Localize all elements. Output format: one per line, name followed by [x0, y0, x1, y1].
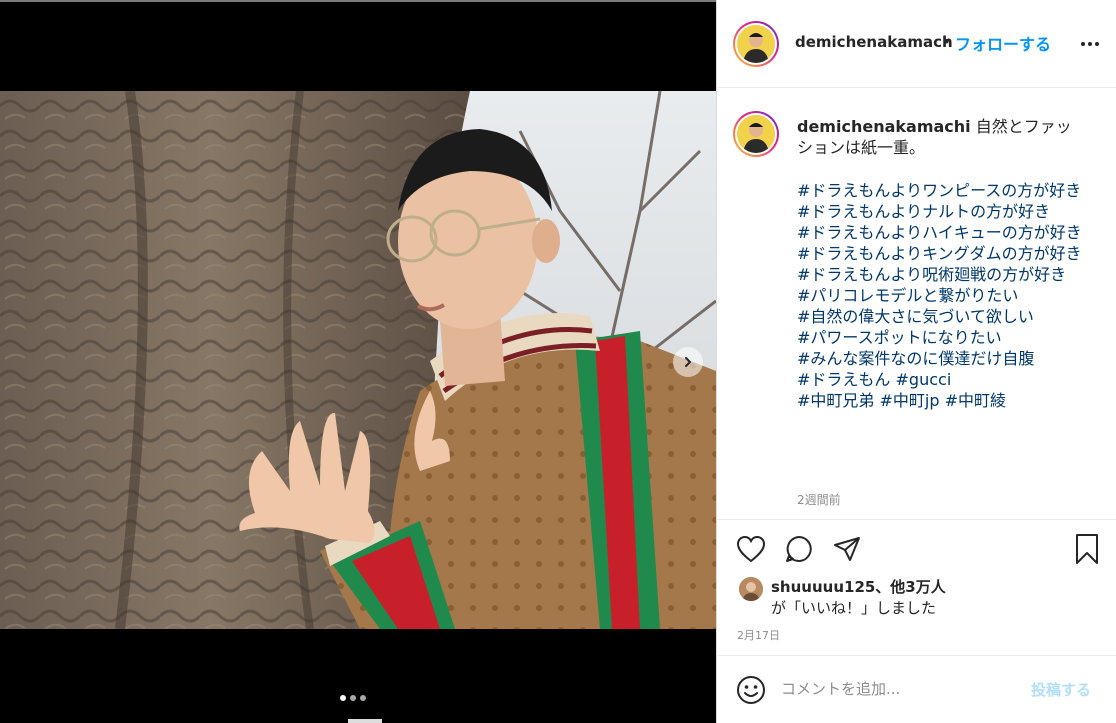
hashtag[interactable]: #ドラえもんよりキングダムの方が好き [797, 244, 1082, 263]
likes-count[interactable]: shuuuuu125、他3万人 [771, 576, 946, 597]
comment-button[interactable] [782, 532, 816, 566]
heart-icon [736, 535, 766, 563]
liker-avatar[interactable] [739, 577, 763, 601]
header-username[interactable]: demichenakamach [795, 33, 953, 51]
hashtag[interactable]: #ドラえもんよりワンピースの方が好き [797, 181, 1081, 200]
share-button[interactable] [830, 532, 864, 566]
hashtag[interactable]: #パリコレモデルと繋がりたい [797, 286, 1018, 305]
hashtag[interactable]: #自然の偉大さに気づいて欲しい [797, 307, 1034, 326]
hashtag[interactable]: #ドラえもん [797, 370, 890, 389]
hashtag[interactable]: #中町綾 [945, 391, 1006, 410]
post-comment-button[interactable]: 投稿する [1031, 679, 1091, 700]
bookmark-icon [1076, 534, 1098, 564]
hashtag[interactable]: #みんな案件なのに僕達だけ自腹 [797, 349, 1034, 368]
post-media [0, 0, 716, 723]
more-icon[interactable] [1079, 34, 1101, 54]
hashtag[interactable]: #中町jp [880, 391, 940, 410]
share-icon [834, 537, 860, 561]
carousel-next-button[interactable] [673, 347, 703, 377]
chevron-right-icon [685, 357, 691, 367]
avatar-image [737, 25, 775, 63]
hashtag[interactable]: #ドラえもんよりハイキューの方が好き [797, 223, 1082, 242]
comment-input[interactable] [781, 676, 1021, 702]
carousel-dot-3 [360, 695, 366, 701]
avatar-image [737, 115, 775, 153]
save-button[interactable] [1070, 532, 1104, 566]
hashtag[interactable]: #ドラえもんよりナルトの方が好き [797, 202, 1050, 221]
hashtag[interactable]: #中町兄弟 [797, 391, 874, 410]
comment-icon [786, 536, 812, 562]
likes-suffix: が「いいね！」しました [771, 599, 937, 617]
carousel-dot-1 [340, 695, 346, 701]
hashtag-list: #ドラえもんよりワンピースの方が好き #ドラえもんよりナルトの方が好き #ドラえ… [797, 180, 1087, 411]
bottom-scroll-indicator [348, 719, 382, 723]
action-bar [717, 532, 1116, 572]
caption-username[interactable]: demichenakamachi [797, 117, 971, 136]
follow-button[interactable]: フォローする [955, 31, 1051, 55]
like-button[interactable] [734, 532, 768, 566]
post-side-panel: demichenakamach • フォローする demichenakamach… [716, 0, 1116, 723]
header-avatar[interactable] [733, 21, 779, 67]
hashtag[interactable]: #gucci [896, 370, 952, 389]
carousel-dot-2 [350, 695, 356, 701]
hashtag[interactable]: #パワースポットになりたい [797, 328, 1002, 347]
emoji-icon[interactable] [736, 675, 766, 705]
header-separator: • [942, 33, 951, 51]
carousel-indicator [340, 695, 366, 701]
caption-section: demichenakamachi 自然とファッションは紙一重。 #ドラえもんより… [717, 88, 1116, 520]
comment-bar: 投稿する [717, 655, 1116, 723]
caption-avatar[interactable] [733, 111, 779, 157]
post-age: 2週間前 [797, 493, 841, 507]
top-divider [0, 0, 716, 2]
post-header: demichenakamach • フォローする [717, 0, 1116, 88]
post-photo[interactable] [0, 91, 716, 629]
post-date: 2月17日 [737, 629, 780, 642]
hashtag[interactable]: #ドラえもんより呪術廻戦の方が好き [797, 265, 1066, 284]
caption-text: demichenakamachi 自然とファッションは紙一重。 [797, 116, 1087, 158]
